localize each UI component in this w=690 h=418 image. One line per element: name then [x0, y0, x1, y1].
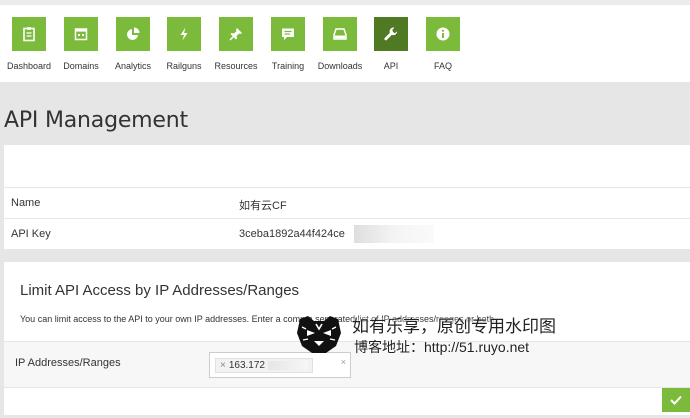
- wrench-icon: [374, 17, 408, 51]
- redaction-blur: [354, 225, 434, 243]
- nav-label-faq: FAQ: [433, 61, 452, 71]
- pie-chart-icon: [116, 17, 150, 51]
- watermark: 如有乐享，原创专用水印图 博客地址：http://51.ruyo.net: [294, 310, 594, 360]
- api-key-row: API Key 3ceba1892a44f424ce: [4, 219, 690, 250]
- main-nav: Dashboard Domains Analytics Railguns Res…: [0, 17, 470, 83]
- tiger-logo-icon: [297, 316, 341, 353]
- page-title: API Management: [4, 108, 188, 133]
- watermark-line-1: 如有乐享，原创专用水印图: [352, 317, 556, 336]
- name-value: 如有云CF: [239, 200, 287, 212]
- redaction-blur: [268, 361, 308, 370]
- api-details-panel: Name 如有云CF API Key 3ceba1892a44f424ce: [4, 145, 690, 250]
- ip-ranges-label: IP Addresses/Ranges: [15, 357, 121, 369]
- api-key-label: API Key: [11, 228, 51, 240]
- save-button[interactable]: [662, 388, 690, 412]
- info-icon: [426, 17, 460, 51]
- top-navigation-bar: Dashboard Domains Analytics Railguns Res…: [0, 0, 690, 82]
- pushpin-icon: [219, 17, 253, 51]
- name-row: Name 如有云CF: [4, 188, 690, 219]
- chat-icon: [271, 17, 305, 51]
- ip-tag-value: 163.172: [228, 360, 265, 371]
- calendar-icon: [64, 17, 98, 51]
- ip-limit-title: Limit API Access by IP Addresses/Ranges: [20, 282, 300, 299]
- tag-remove-icon[interactable]: ×: [220, 360, 226, 371]
- nav-item-faq[interactable]: FAQ: [418, 17, 468, 71]
- checkmark-icon: [670, 395, 682, 405]
- ip-tag: × 163.172: [215, 358, 313, 373]
- api-key-value[interactable]: 3ceba1892a44f424ce: [239, 228, 345, 240]
- hard-drive-icon: [323, 17, 357, 51]
- panel-header: [4, 145, 690, 188]
- name-label: Name: [11, 197, 41, 209]
- clipboard-icon: [12, 17, 46, 51]
- lightning-icon: [167, 17, 201, 51]
- watermark-line-2: 博客地址：http://51.ruyo.net: [354, 339, 530, 355]
